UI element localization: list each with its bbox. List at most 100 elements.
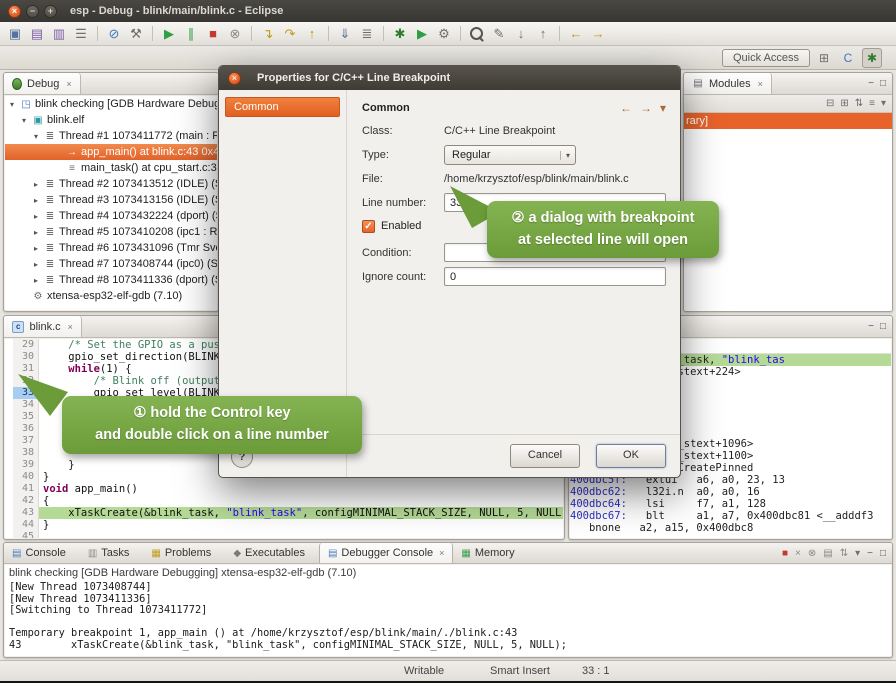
line-number[interactable]: 36	[13, 423, 39, 435]
view-menu-icon[interactable]: ▾	[881, 98, 886, 109]
line-number[interactable]: 29	[13, 339, 39, 351]
expander-icon[interactable]: ▸	[31, 260, 41, 269]
expander-icon[interactable]: ▸	[31, 276, 41, 285]
bottom-tab[interactable]: ▤ Debugger Console ×	[319, 543, 453, 563]
code-text[interactable]: {	[39, 495, 563, 507]
ok-button[interactable]: OK	[596, 444, 666, 468]
cancel-button[interactable]: Cancel	[510, 444, 580, 468]
debug-tree-item[interactable]: ▸ ≣ Thread #5 1073410208 (ipc1 : Runni	[5, 224, 217, 240]
bottom-tab[interactable]: ▦ Memory	[453, 543, 528, 563]
clear-console-icon[interactable]: ▤	[823, 548, 832, 559]
drop-to-frame-icon[interactable]: ⇓	[335, 24, 355, 44]
debug-perspective-icon[interactable]: ✱	[862, 48, 882, 68]
new-wizard-icon[interactable]: ▣	[5, 24, 25, 44]
debug-tree-item[interactable]: ▸ ≣ Thread #2 1073413512 (IDLE) (Susp	[5, 176, 217, 192]
debug-tree-item[interactable]: ▸ ≣ Thread #4 1073432224 (dport) (Sus	[5, 208, 217, 224]
expand-all-icon[interactable]: ⊞	[840, 98, 848, 109]
maximize-icon[interactable]: □	[880, 548, 886, 559]
annotation-ruler[interactable]	[5, 471, 13, 483]
external-tools-icon[interactable]: ⚙	[434, 24, 454, 44]
annotation-ruler[interactable]	[5, 531, 13, 538]
line-number[interactable]: 42	[13, 495, 39, 507]
window-minimize-icon[interactable]: −	[26, 5, 39, 18]
print-icon[interactable]: ☰	[71, 24, 91, 44]
minimize-view-icon[interactable]: −	[868, 321, 874, 332]
quick-access-button[interactable]: Quick Access	[722, 49, 810, 67]
close-icon[interactable]: ×	[439, 548, 444, 558]
previous-annotation-icon[interactable]: ↑	[533, 24, 553, 44]
next-annotation-icon[interactable]: ↓	[511, 24, 531, 44]
code-text[interactable]	[39, 531, 563, 538]
annotation-ruler[interactable]	[5, 447, 13, 459]
annotation-ruler[interactable]	[5, 459, 13, 471]
bottom-tab[interactable]: ▦ Problems	[143, 543, 225, 563]
module-row-selected[interactable]: rary]	[684, 113, 892, 129]
expander-icon[interactable]: ▾	[31, 132, 41, 141]
step-return-icon[interactable]: ↑	[302, 24, 322, 44]
expander-icon[interactable]: ▸	[31, 196, 41, 205]
tab-blink-c[interactable]: c blink.c ×	[4, 316, 82, 337]
code-text[interactable]: xTaskCreate(&blink_task, "blink_task", c…	[39, 507, 563, 519]
separator[interactable]	[251, 26, 252, 41]
line-number[interactable]: 45	[13, 531, 39, 538]
ignore-count-input[interactable]	[444, 267, 666, 286]
annotation-ruler[interactable]	[5, 339, 13, 351]
separator[interactable]	[383, 26, 384, 41]
debug-tree-item[interactable]: ▸ ≣ Thread #8 1073411336 (dport) (Sus	[5, 272, 217, 288]
close-icon[interactable]: ×	[66, 79, 71, 89]
separator[interactable]	[559, 26, 560, 41]
code-text[interactable]: }	[39, 519, 563, 531]
run-icon[interactable]: ▶	[412, 24, 432, 44]
back-icon[interactable]: ←	[620, 101, 632, 115]
debug-icon[interactable]: ✱	[390, 24, 410, 44]
separator[interactable]	[97, 26, 98, 41]
debug-tree-item[interactable]: ▸ ≣ Thread #6 1073431096 (Tmr Svc) (S	[5, 240, 217, 256]
save-all-icon[interactable]: ▥	[49, 24, 69, 44]
annotation-ruler[interactable]	[5, 495, 13, 507]
step-into-icon[interactable]: ↴	[258, 24, 278, 44]
type-dropdown[interactable]: Regular ▾	[444, 145, 576, 165]
tab-modules[interactable]: ▤ Modules ×	[684, 73, 772, 94]
debug-tree-item[interactable]: ⚙ xtensa-esp32-elf-gdb (7.10)	[5, 288, 217, 304]
expander-icon[interactable]: ▸	[31, 212, 41, 221]
dialog-close-icon[interactable]: ×	[228, 72, 241, 85]
view-menu-icon[interactable]: ▾	[660, 101, 666, 115]
annotation-ruler[interactable]	[5, 483, 13, 495]
line-number[interactable]: 37	[13, 435, 39, 447]
refresh-icon[interactable]: ⇅	[855, 98, 863, 109]
disconnect-icon[interactable]: ⊗	[225, 24, 245, 44]
forward-icon[interactable]: →	[640, 101, 652, 115]
cpp-perspective-icon[interactable]: C	[838, 48, 858, 68]
instruction-stepping-icon[interactable]: ≣	[357, 24, 377, 44]
code-text[interactable]: void app_main()	[39, 483, 563, 495]
search-icon[interactable]	[467, 24, 487, 44]
expander-icon[interactable]: ▾	[19, 116, 29, 125]
expander-icon[interactable]: ▸	[31, 180, 41, 189]
line-number[interactable]: 41	[13, 483, 39, 495]
separator[interactable]	[328, 26, 329, 41]
close-icon[interactable]: ×	[758, 79, 763, 89]
separator[interactable]	[152, 26, 153, 41]
line-number[interactable]: 43	[13, 507, 39, 519]
skip-breakpoints-icon[interactable]: ⊘	[104, 24, 124, 44]
expander-icon[interactable]: ▾	[7, 100, 17, 109]
minimize-view-icon[interactable]: −	[868, 78, 874, 89]
debug-tree-item[interactable]: ▸ ≣ Thread #7 1073408744 (ipc0) (Susp	[5, 256, 217, 272]
annotation-ruler[interactable]	[5, 423, 13, 435]
separator[interactable]	[460, 26, 461, 41]
maximize-view-icon[interactable]: □	[880, 321, 886, 332]
window-maximize-icon[interactable]: +	[44, 5, 57, 18]
terminate-icon[interactable]: ■	[203, 24, 223, 44]
remove-launch-icon[interactable]: ×	[795, 548, 801, 559]
debug-tree-item[interactable]: ▾ ≣ Thread #1 1073411772 (main : Runn	[5, 128, 217, 144]
back-history-icon[interactable]: ←	[566, 24, 586, 44]
view-menu-icon[interactable]: ▾	[855, 548, 860, 559]
bottom-tab[interactable]: ◆ Executables	[225, 543, 319, 563]
console-output[interactable]: blink checking [GDB Hardware Debugging] …	[5, 565, 891, 656]
line-number[interactable]: 39	[13, 459, 39, 471]
debug-tree-item[interactable]: ▸ ≣ Thread #3 1073413156 (IDLE) (Susp	[5, 192, 217, 208]
line-number[interactable]: 38	[13, 447, 39, 459]
debug-tree-item[interactable]: ▾ ◳ blink checking [GDB Hardware Debug	[5, 96, 217, 112]
line-number[interactable]: 40	[13, 471, 39, 483]
open-perspective-icon[interactable]: ⊞	[814, 48, 834, 68]
